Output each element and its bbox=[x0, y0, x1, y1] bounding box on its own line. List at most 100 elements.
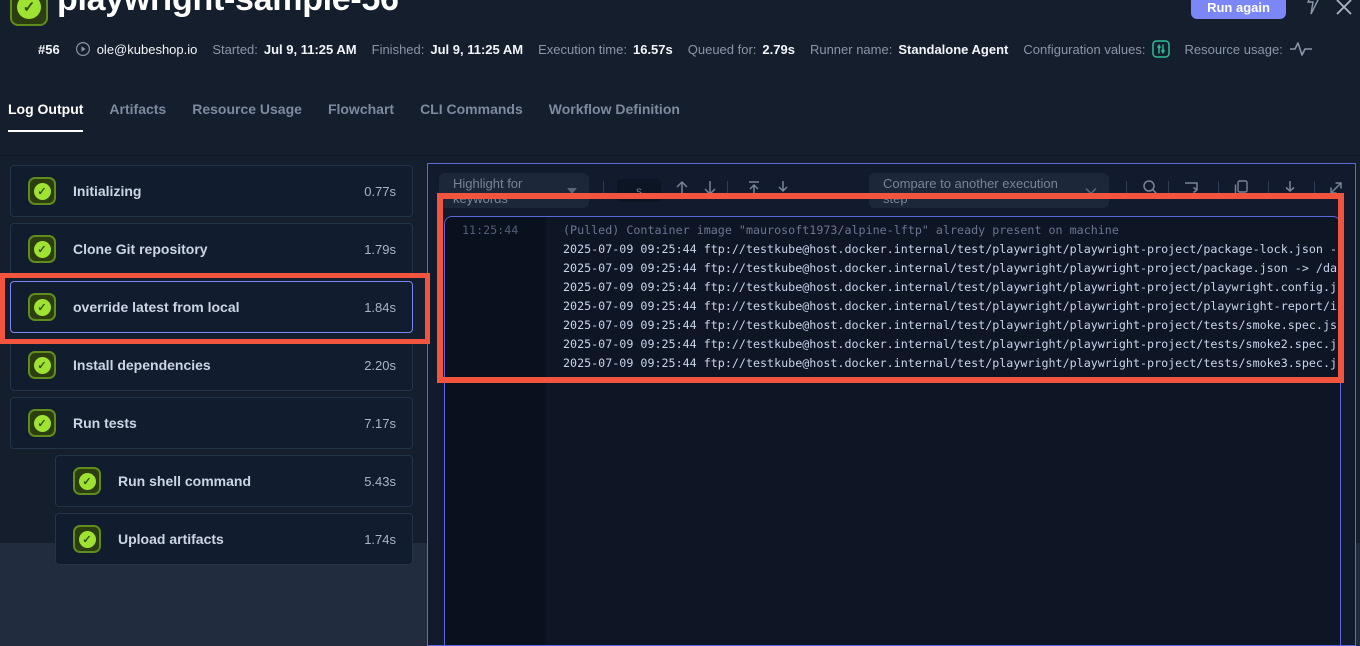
step-label: Clone Git repository bbox=[73, 241, 364, 257]
execution-status-icon: ✓ bbox=[10, 0, 48, 26]
step-label: Run shell command bbox=[118, 473, 364, 489]
queued-for-value: 2.79s bbox=[762, 42, 795, 57]
finished-value: Jul 9, 11:25 AM bbox=[430, 42, 523, 57]
step-status-icon: ✓ bbox=[73, 467, 101, 495]
check-icon: ✓ bbox=[34, 415, 51, 432]
step-label: override latest from local bbox=[73, 299, 364, 315]
step-duration: 1.79s bbox=[364, 242, 396, 257]
log-line-text: 2025-07-09 09:25:44 ftp://testkube@host.… bbox=[546, 316, 1337, 335]
step-card-install-dependencies[interactable]: ✓ Install dependencies 2.20s bbox=[10, 339, 413, 391]
log-line-timestamp bbox=[445, 278, 546, 297]
step-card-run-shell-command[interactable]: ✓ Run shell command 5.43s bbox=[55, 455, 413, 507]
finished-label: Finished: bbox=[372, 42, 425, 57]
step-duration: 5.43s bbox=[364, 474, 396, 489]
activity-pulse-icon[interactable] bbox=[1289, 41, 1313, 57]
log-line: 2025-07-09 09:25:44 ftp://testkube@host.… bbox=[445, 354, 1340, 373]
log-line: 2025-07-09 09:25:44 ftp://testkube@host.… bbox=[445, 335, 1340, 354]
close-icon[interactable] bbox=[1334, 0, 1354, 17]
scroll-to-top-icon[interactable] bbox=[743, 177, 765, 199]
log-output-panel: Highlight for keywords s Compare to anot… bbox=[427, 163, 1356, 646]
tab-cli-commands[interactable]: CLI Commands bbox=[420, 101, 523, 132]
page-title: playwright-sample-56 bbox=[57, 0, 399, 20]
sliders-icon[interactable] bbox=[1152, 40, 1170, 58]
check-icon: ✓ bbox=[34, 357, 51, 374]
step-label: Initializing bbox=[73, 183, 364, 199]
step-status-icon: ✓ bbox=[28, 351, 56, 379]
step-duration: 1.74s bbox=[364, 532, 396, 547]
log-line-text: 2025-07-09 09:25:44 ftp://testkube@host.… bbox=[546, 354, 1337, 373]
step-card-run-tests[interactable]: ✓ Run tests 7.17s bbox=[10, 397, 413, 449]
tab-artifacts[interactable]: Artifacts bbox=[109, 101, 166, 132]
step-status-icon: ✓ bbox=[28, 177, 56, 205]
compare-execution-dropdown[interactable]: Compare to another execution step bbox=[869, 173, 1109, 208]
download-icon[interactable] bbox=[1279, 177, 1301, 199]
check-icon: ✓ bbox=[34, 241, 51, 258]
step-status-icon: ✓ bbox=[28, 293, 56, 321]
log-terminal[interactable]: 11:25:44 (Pulled) Container image "mauro… bbox=[444, 216, 1341, 646]
log-lines: 11:25:44 (Pulled) Container image "mauro… bbox=[445, 217, 1340, 373]
toolbar-divider bbox=[1314, 181, 1315, 199]
step-duration: 1.84s bbox=[364, 300, 396, 315]
highlight-keywords-dropdown[interactable]: Highlight for keywords bbox=[439, 173, 589, 208]
execution-time-label: Execution time: bbox=[538, 42, 627, 57]
execution-meta-row: #56 ole@kubeshop.io Started: Jul 9, 11:2… bbox=[38, 40, 1313, 58]
tab-resource-usage[interactable]: Resource Usage bbox=[192, 101, 302, 132]
step-status-icon: ✓ bbox=[28, 409, 56, 437]
log-line: 2025-07-09 09:25:44 ftp://testkube@host.… bbox=[445, 316, 1340, 335]
started-value: Jul 9, 11:25 AM bbox=[264, 42, 357, 57]
log-line-text: 2025-07-09 09:25:44 ftp://testkube@host.… bbox=[546, 259, 1337, 278]
log-line-text: 2025-07-09 09:25:44 ftp://testkube@host.… bbox=[546, 278, 1337, 297]
header-divider bbox=[0, 155, 1360, 156]
step-card-clone-git-repository[interactable]: ✓ Clone Git repository 1.79s bbox=[10, 223, 413, 275]
toolbar-divider bbox=[1126, 181, 1127, 199]
expand-icon[interactable] bbox=[1325, 177, 1347, 199]
steps-list: ✓ Initializing 0.77s ✓ Clone Git reposit… bbox=[10, 165, 413, 571]
log-line-timestamp: 11:25:44 bbox=[445, 221, 546, 240]
quick-actions-icon[interactable] bbox=[1303, 0, 1323, 18]
log-line: 2025-07-09 09:25:44 ftp://testkube@host.… bbox=[445, 240, 1340, 259]
wrap-lines-icon[interactable] bbox=[1181, 177, 1203, 199]
tab-log-output[interactable]: Log Output bbox=[8, 101, 83, 132]
triggered-by-value: ole@kubeshop.io bbox=[97, 42, 198, 57]
search-icon[interactable] bbox=[1139, 177, 1161, 199]
tab-flowchart[interactable]: Flowchart bbox=[328, 101, 394, 132]
toolbar-divider bbox=[727, 181, 728, 199]
run-again-button[interactable]: Run again bbox=[1191, 0, 1286, 19]
log-line-text: (Pulled) Container image "maurosoft1973/… bbox=[546, 221, 1119, 240]
log-line-text: 2025-07-09 09:25:44 ftp://testkube@host.… bbox=[546, 297, 1337, 316]
scroll-to-bottom-icon[interactable] bbox=[772, 177, 794, 199]
log-line-text: 2025-07-09 09:25:44 ftp://testkube@host.… bbox=[546, 240, 1337, 259]
log-line-timestamp bbox=[445, 297, 546, 316]
log-line: 2025-07-09 09:25:44 ftp://testkube@host.… bbox=[445, 297, 1340, 316]
tab-workflow-definition[interactable]: Workflow Definition bbox=[549, 101, 680, 132]
step-label: Install dependencies bbox=[73, 357, 364, 373]
check-icon: ✓ bbox=[79, 531, 96, 548]
next-match-icon[interactable] bbox=[699, 177, 721, 199]
toolbar-divider bbox=[603, 181, 604, 199]
toolbar-divider bbox=[1168, 181, 1169, 199]
runner-name-label: Runner name: bbox=[810, 42, 892, 57]
highlight-keywords-label: Highlight for keywords bbox=[453, 176, 559, 206]
log-line-timestamp bbox=[445, 335, 546, 354]
copy-icon[interactable] bbox=[1230, 177, 1252, 199]
step-card-initializing[interactable]: ✓ Initializing 0.77s bbox=[10, 165, 413, 217]
previous-match-icon[interactable] bbox=[671, 177, 693, 199]
log-line: 2025-07-09 09:25:44 ftp://testkube@host.… bbox=[445, 278, 1340, 297]
tab-bar: Log Output Artifacts Resource Usage Flowcha… bbox=[8, 101, 680, 132]
execution-number: #56 bbox=[38, 42, 60, 57]
step-status-icon: ✓ bbox=[73, 525, 101, 553]
step-card-upload-artifacts[interactable]: ✓ Upload artifacts 1.74s bbox=[55, 513, 413, 565]
step-duration: 2.20s bbox=[364, 358, 396, 373]
step-duration: 0.77s bbox=[364, 184, 396, 199]
log-line-timestamp bbox=[445, 316, 546, 335]
check-icon: ✓ bbox=[17, 0, 41, 19]
chevron-down-icon bbox=[1085, 187, 1097, 195]
triggered-by: ole@kubeshop.io bbox=[75, 41, 198, 57]
chevron-down-icon bbox=[567, 188, 577, 194]
resource-usage-label: Resource usage: bbox=[1185, 42, 1283, 57]
step-label: Upload artifacts bbox=[118, 531, 364, 547]
step-card-override-latest-from-local[interactable]: ✓ override latest from local 1.84s bbox=[10, 281, 413, 333]
execution-time-value: 16.57s bbox=[633, 42, 673, 57]
log-line-timestamp bbox=[445, 259, 546, 278]
log-line: 2025-07-09 09:25:44 ftp://testkube@host.… bbox=[445, 259, 1340, 278]
